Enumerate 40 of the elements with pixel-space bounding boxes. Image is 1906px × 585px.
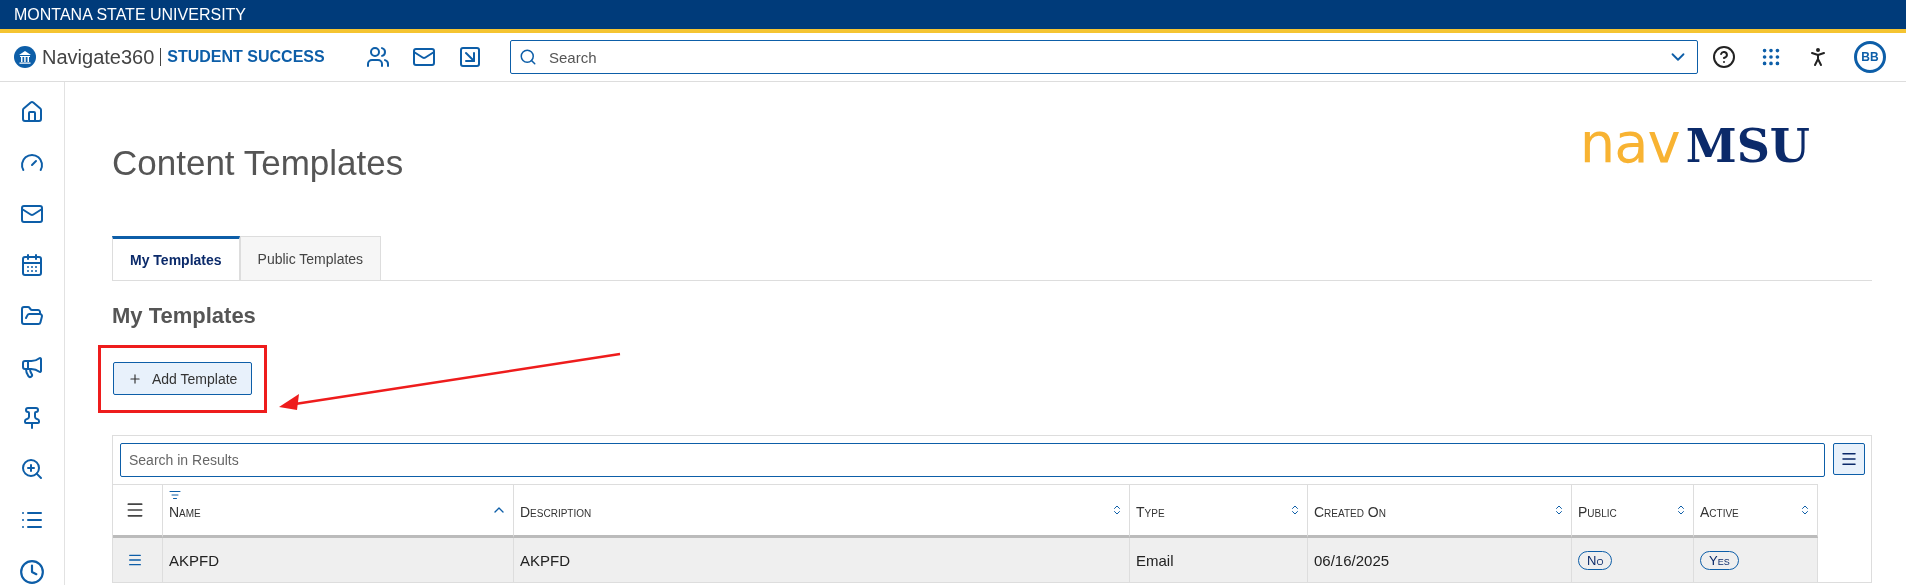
section-title: My Templates [112,303,257,329]
building-logo-icon [14,46,36,68]
mail-icon[interactable] [412,45,436,69]
apps-grid-icon[interactable] [1760,46,1782,68]
sort-icon [1111,504,1123,516]
menu-icon [1840,450,1858,468]
results-search-field[interactable]: Search in Results [120,443,1825,477]
table-cell: AKPFD [169,551,219,569]
people-icon[interactable] [366,45,390,69]
zoom-in-icon[interactable] [19,457,45,481]
home-icon[interactable] [19,100,45,124]
help-icon[interactable] [1712,45,1736,69]
university-name: MONTANA STATE UNIVERSITY [14,5,247,24]
plus-icon [128,371,142,386]
sort-icon [1289,504,1301,516]
tab[interactable]: My Templates [112,236,240,280]
sort-icon [1553,504,1565,516]
folder-icon[interactable] [19,304,45,328]
calendar-icon[interactable] [19,253,45,277]
page-title: Content Templates [112,143,404,183]
nav-msu-logo: navMSU [1579,109,1810,175]
megaphone-icon[interactable] [19,355,45,379]
product-name: STUDENT SUCCESS [167,48,325,66]
sort-icon [1675,504,1687,516]
menu-icon[interactable] [125,500,145,520]
table-cell: Email [1136,551,1174,569]
clock-icon[interactable] [19,559,45,585]
add-template-button[interactable]: Add Template [113,362,253,395]
search-bar[interactable]: Search [510,40,1698,74]
tab[interactable]: Public Templates [239,236,382,280]
mail-icon[interactable] [19,202,45,226]
arrow-square-icon[interactable] [458,45,482,69]
table-cell: 06/16/2025 [1314,551,1390,569]
drag-handle-icon[interactable] [127,552,143,568]
menu-button[interactable] [1833,443,1865,475]
sort-icon [1799,504,1811,516]
table-cell: AKPFD [520,551,570,569]
brand-name: Navigate360 [42,45,155,69]
user-avatar[interactable]: BB [1854,41,1886,73]
search-icon [519,48,537,66]
